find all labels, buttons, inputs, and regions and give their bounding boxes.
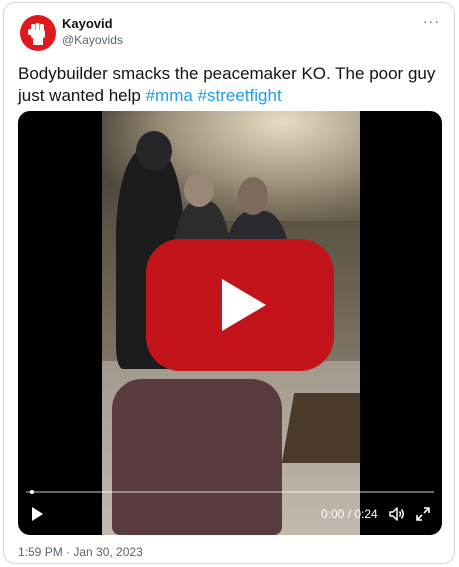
hashtag-mma[interactable]: #mma [146,86,193,105]
avatar[interactable] [20,15,56,51]
youtube-play-icon[interactable] [146,239,334,371]
tweet-text: Bodybuilder smacks the peacemaker KO. Th… [18,63,438,107]
play-icon[interactable] [28,505,46,523]
video-player[interactable]: 0:00 / 0:24 [18,111,442,535]
person-left-head [136,131,172,171]
raised-fist-icon [28,23,45,45]
author-name[interactable]: Kayovid [62,16,113,31]
person-middle-head [184,173,214,207]
author-handle[interactable]: @Kayovids [62,33,123,47]
progress-knob[interactable] [30,490,34,494]
volume-icon[interactable] [388,505,406,523]
hashtag-streetfight[interactable]: #streetfight [198,86,282,105]
person-right-head [238,177,268,215]
tweet-card: Kayovid @Kayovids ··· Bodybuilder smacks… [3,2,455,564]
tweet-timestamp[interactable]: 1:59 PM · Jan 30, 2023 [18,545,143,559]
fullscreen-icon[interactable] [414,505,432,523]
more-options-icon[interactable]: ··· [423,13,440,29]
table [281,393,360,463]
video-controls: 0:00 / 0:24 [18,490,442,535]
video-time: 0:00 / 0:24 [321,507,378,521]
progress-bar[interactable] [26,490,434,494]
